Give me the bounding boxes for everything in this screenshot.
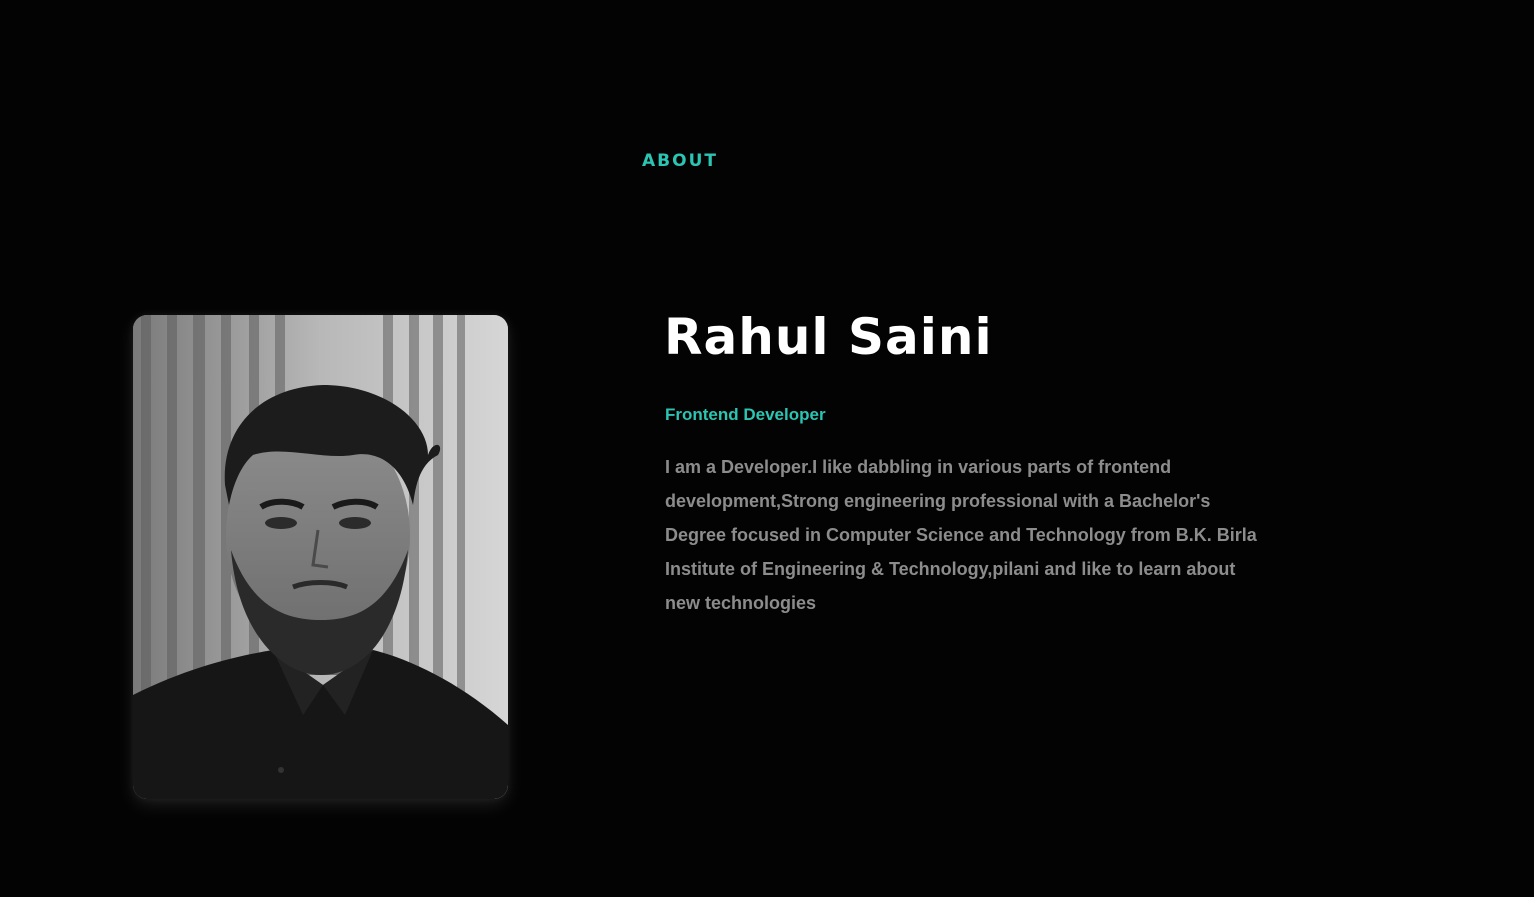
section-label: ABOUT xyxy=(642,151,718,171)
profile-bio: I am a Developer.I like dabbling in vari… xyxy=(665,457,1257,613)
profile-role: Frontend Developer xyxy=(665,405,826,424)
profile-name: Rahul Saini xyxy=(664,308,993,366)
profile-photo xyxy=(133,315,508,799)
